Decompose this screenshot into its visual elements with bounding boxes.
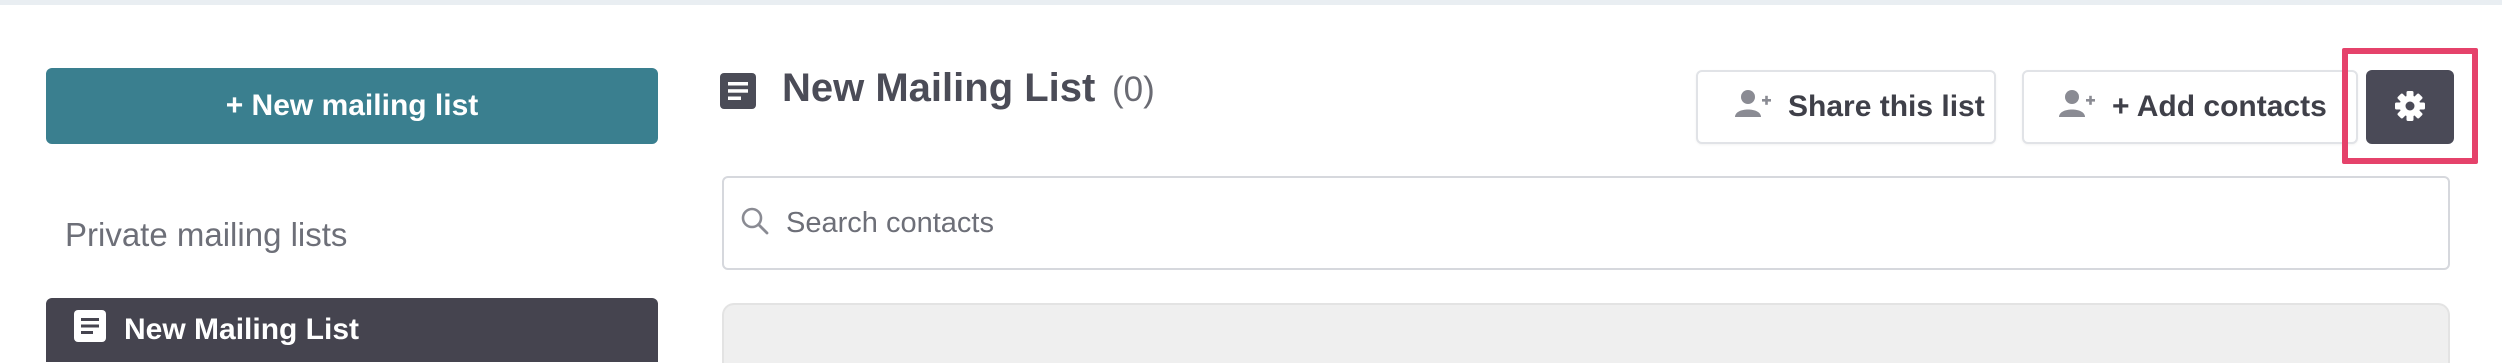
add-contacts-button[interactable]: + Add contacts [2022, 70, 2358, 144]
list-icon [720, 73, 756, 109]
new-mailing-list-button[interactable]: + New mailing list [46, 68, 658, 144]
list-icon [74, 310, 106, 350]
sidebar-item-new-mailing-list[interactable]: New Mailing List [46, 298, 658, 362]
search-box[interactable] [722, 176, 2450, 270]
contacts-panel [722, 303, 2450, 363]
top-border [0, 0, 2502, 5]
search-input[interactable] [786, 206, 2386, 240]
search-icon [740, 206, 770, 241]
contact-count: (0) [1112, 70, 1155, 109]
page-title: New Mailing List [782, 66, 1096, 110]
sidebar-item-label: New Mailing List [124, 313, 360, 346]
user-plus-icon [1734, 88, 1772, 126]
add-contacts-label: + Add contacts [2112, 90, 2327, 123]
settings-button[interactable] [2366, 70, 2454, 144]
user-plus-icon [2058, 88, 2096, 126]
private-lists-section-label: Private mailing lists [65, 216, 348, 253]
share-list-label: Share this list [1788, 90, 1985, 123]
share-list-button[interactable]: Share this list [1696, 70, 1996, 144]
gear-icon [2393, 89, 2427, 126]
